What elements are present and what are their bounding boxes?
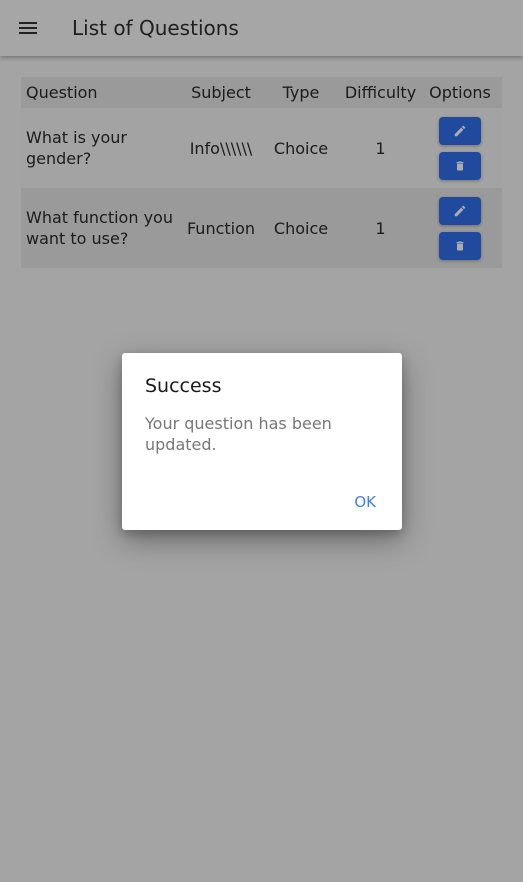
dialog-title: Success bbox=[145, 375, 222, 397]
success-dialog: Success Your question has been updated. … bbox=[122, 353, 402, 530]
dialog-message: Your question has been updated. bbox=[145, 414, 332, 454]
ok-button[interactable]: OK bbox=[344, 489, 386, 515]
